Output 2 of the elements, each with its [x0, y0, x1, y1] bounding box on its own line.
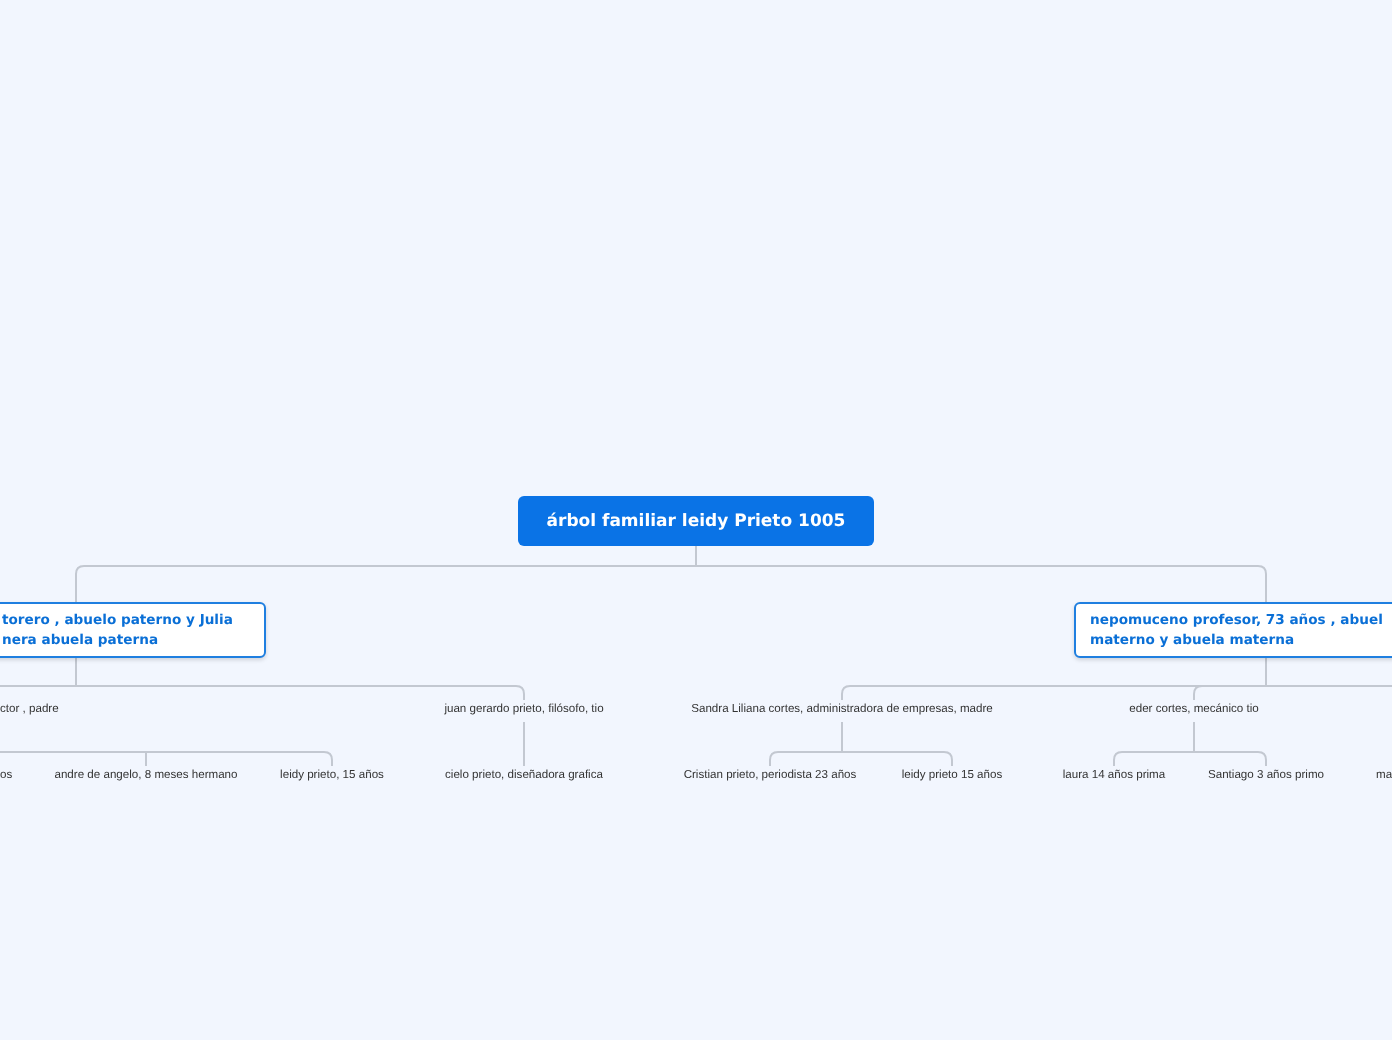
central-topic[interactable]: árbol familiar leidy Prieto 1005 [518, 496, 874, 546]
connector-line [523, 721, 525, 767]
